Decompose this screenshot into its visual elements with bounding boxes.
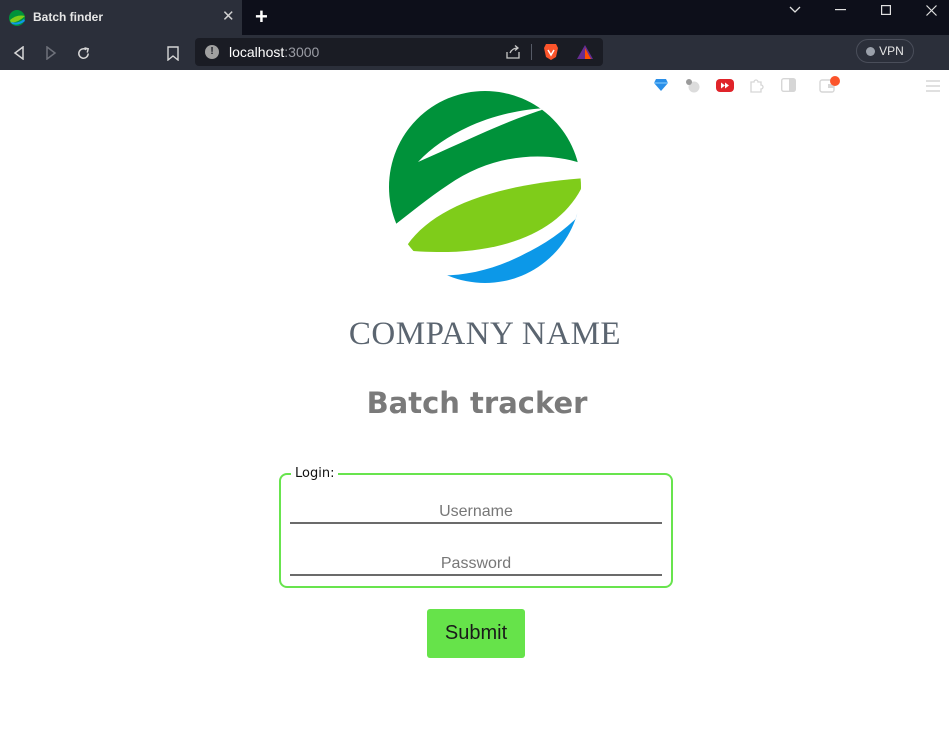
favicon-icon: [9, 10, 25, 26]
diamond-extension-icon[interactable]: [653, 78, 669, 92]
brave-rewards-icon[interactable]: [576, 44, 594, 60]
vpn-status-icon: [866, 46, 876, 56]
close-window-button[interactable]: [911, 0, 949, 20]
tab-title: Batch finder: [33, 10, 104, 24]
username-input[interactable]: [290, 502, 662, 524]
page-title: Batch tracker: [366, 386, 588, 420]
forward-icon[interactable]: [41, 43, 61, 63]
wallet-icon[interactable]: [819, 76, 841, 94]
title-bar: Batch finder ✕ +: [0, 0, 949, 35]
new-tab-button[interactable]: +: [255, 6, 268, 28]
minimize-button[interactable]: [820, 0, 860, 20]
info-icon[interactable]: !: [205, 45, 219, 59]
browser-toolbar: ! localhost:3000 VPN: [0, 35, 949, 93]
address-bar[interactable]: ! localhost:3000: [195, 38, 603, 66]
browser-tab[interactable]: Batch finder ✕: [0, 0, 242, 35]
share-icon[interactable]: [505, 45, 521, 60]
url-host: localhost: [229, 44, 285, 60]
ball-extension-icon[interactable]: [685, 78, 701, 93]
brave-shield-icon[interactable]: [543, 43, 559, 61]
maximize-button[interactable]: [866, 0, 906, 20]
submit-button[interactable]: Submit: [427, 609, 525, 658]
bookmark-icon[interactable]: [163, 43, 183, 63]
menu-icon[interactable]: [926, 80, 940, 92]
vpn-button[interactable]: VPN: [856, 39, 914, 63]
tab-search-chevron-icon[interactable]: [775, 0, 815, 20]
video-extension-icon[interactable]: [716, 79, 734, 92]
login-legend: Login:: [295, 466, 335, 481]
tab-close-icon[interactable]: ✕: [222, 8, 235, 26]
url-port: :3000: [284, 44, 320, 60]
reload-icon[interactable]: [73, 43, 93, 63]
back-icon[interactable]: [9, 43, 29, 63]
company-logo: [389, 91, 581, 283]
url-divider: [531, 44, 532, 60]
company-name: COMPANY NAME: [348, 316, 622, 352]
url-text[interactable]: localhost:3000: [229, 44, 319, 60]
extensions-icon[interactable]: [749, 77, 765, 93]
vpn-label: VPN: [879, 44, 904, 58]
sidebar-icon[interactable]: [781, 78, 796, 92]
password-input[interactable]: [290, 554, 662, 576]
